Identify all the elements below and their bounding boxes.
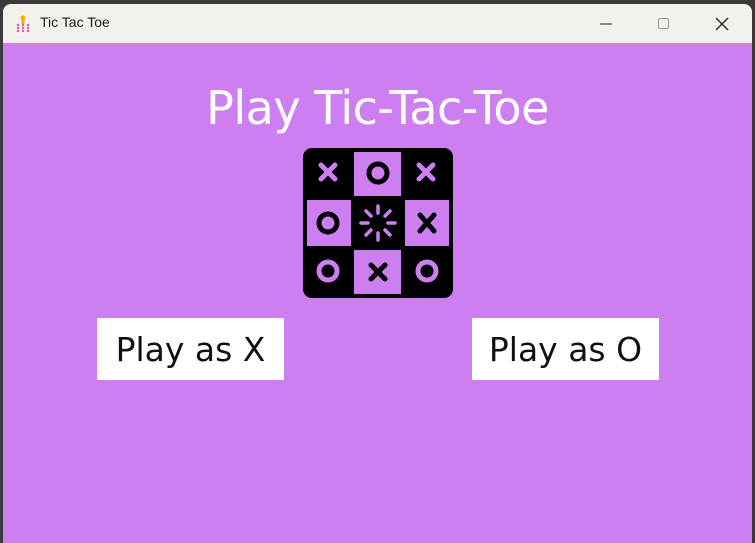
minimize-icon [600,23,612,24]
title-bar[interactable]: Tic Tac Toe [3,4,752,43]
close-button[interactable] [693,4,751,43]
minimize-button[interactable] [577,4,635,43]
app-icon [16,15,30,33]
play-as-x-button[interactable]: Play as X [97,318,284,380]
tic-tac-toe-board-icon [303,148,453,298]
close-icon [715,17,729,30]
app-window: Tic Tac Toe Play Tic-Tac-Toe Play as X P… [3,4,752,543]
page-title: Play Tic-Tac-Toe [206,81,549,135]
maximize-button[interactable] [635,4,693,43]
window-title: Tic Tac Toe [40,14,110,30]
maximize-icon [658,17,669,29]
play-as-o-button[interactable]: Play as O [472,318,659,380]
main-content: Play Tic-Tac-Toe Play as X Play as O [3,43,752,543]
